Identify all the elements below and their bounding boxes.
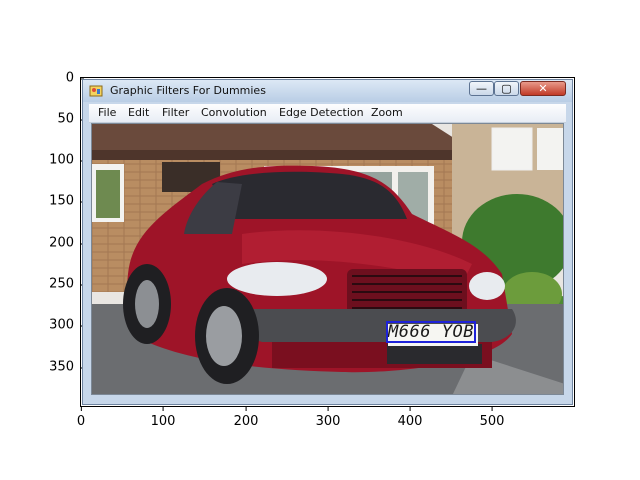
y-tick-0: 0 [65,70,85,86]
menu-edge-detection[interactable]: Edge Detection [279,106,364,119]
x-tick-500: 500 [479,407,505,429]
plate-bounding-box [386,321,476,343]
x-tick-300: 300 [315,407,341,429]
y-tick-350: 350 [49,359,84,375]
menu-convolution[interactable]: Convolution [201,106,267,119]
window-title: Graphic Filters For Dummies [110,84,266,97]
close-icon: ✕ [538,82,548,95]
y-tick-150: 150 [49,193,84,209]
minimize-icon: — [476,82,487,95]
maximize-button[interactable]: ▢ [494,81,519,96]
y-tick-250: 250 [49,276,84,292]
minimize-button[interactable]: — [469,81,494,96]
title-bar[interactable]: Graphic Filters For Dummies — ▢ ✕ [83,80,572,102]
x-tick-0: 0 [76,407,86,429]
image-canvas[interactable] [91,123,564,395]
car-photo [92,124,563,394]
menu-edit[interactable]: Edit [128,106,149,119]
menu-file[interactable]: File [98,106,116,119]
y-tick-200: 200 [49,235,84,251]
menu-zoom[interactable]: Zoom [371,106,403,119]
menu-bar: File Edit Filter Convolution Edge Detect… [89,104,566,123]
menu-filter[interactable]: Filter [162,106,189,119]
maximize-icon: ▢ [501,82,512,95]
y-tick-300: 300 [49,317,84,333]
x-tick-400: 400 [397,407,423,429]
x-tick-200: 200 [233,407,259,429]
close-button[interactable]: ✕ [520,81,566,96]
app-window: Graphic Filters For Dummies — ▢ ✕ File E… [82,79,573,405]
app-paint-icon [89,85,103,97]
x-tick-100: 100 [150,407,176,429]
y-tick-100: 100 [49,152,84,168]
y-tick-50: 50 [57,111,84,127]
